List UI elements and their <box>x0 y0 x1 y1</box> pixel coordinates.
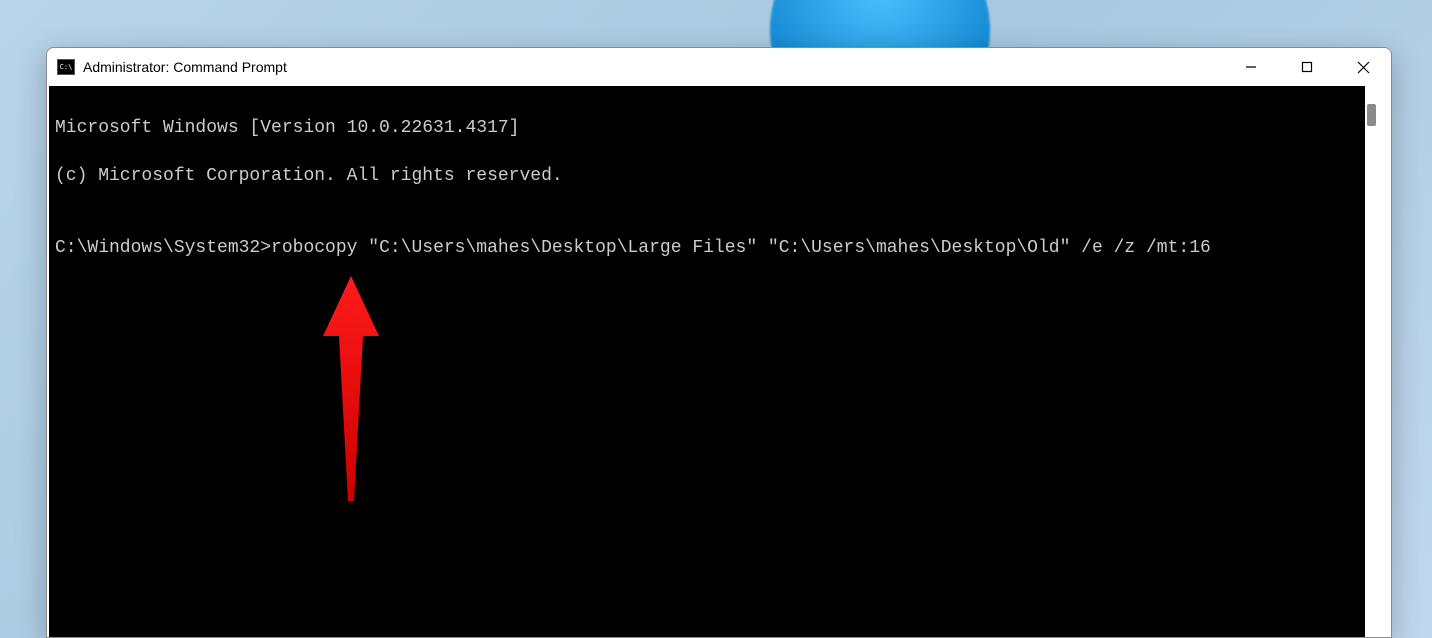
terminal-output-line: Microsoft Windows [Version 10.0.22631.43… <box>55 116 1359 140</box>
close-button[interactable] <box>1335 48 1391 86</box>
terminal-command: robocopy "C:\Users\mahes\Desktop\Large F… <box>271 238 1211 258</box>
terminal-prompt-line: C:\Windows\System32>robocopy "C:\Users\m… <box>55 236 1359 260</box>
scrollbar-thumb[interactable] <box>1367 104 1376 126</box>
annotation-arrow-icon <box>321 276 381 506</box>
cmd-icon <box>57 59 75 75</box>
minimize-icon <box>1245 61 1257 73</box>
close-icon <box>1357 61 1370 74</box>
terminal-prompt: C:\Windows\System32> <box>55 238 271 258</box>
window-title: Administrator: Command Prompt <box>83 59 287 75</box>
minimize-button[interactable] <box>1223 48 1279 86</box>
maximize-icon <box>1301 61 1313 73</box>
terminal[interactable]: Microsoft Windows [Version 10.0.22631.43… <box>49 86 1365 637</box>
window-controls <box>1223 48 1391 86</box>
titlebar[interactable]: Administrator: Command Prompt <box>47 48 1391 86</box>
command-prompt-window: Administrator: Command Prompt Microsof <box>46 47 1392 638</box>
scrollbar[interactable] <box>1365 86 1378 637</box>
maximize-button[interactable] <box>1279 48 1335 86</box>
terminal-container: Microsoft Windows [Version 10.0.22631.43… <box>47 86 1391 637</box>
terminal-output-line: (c) Microsoft Corporation. All rights re… <box>55 164 1359 188</box>
